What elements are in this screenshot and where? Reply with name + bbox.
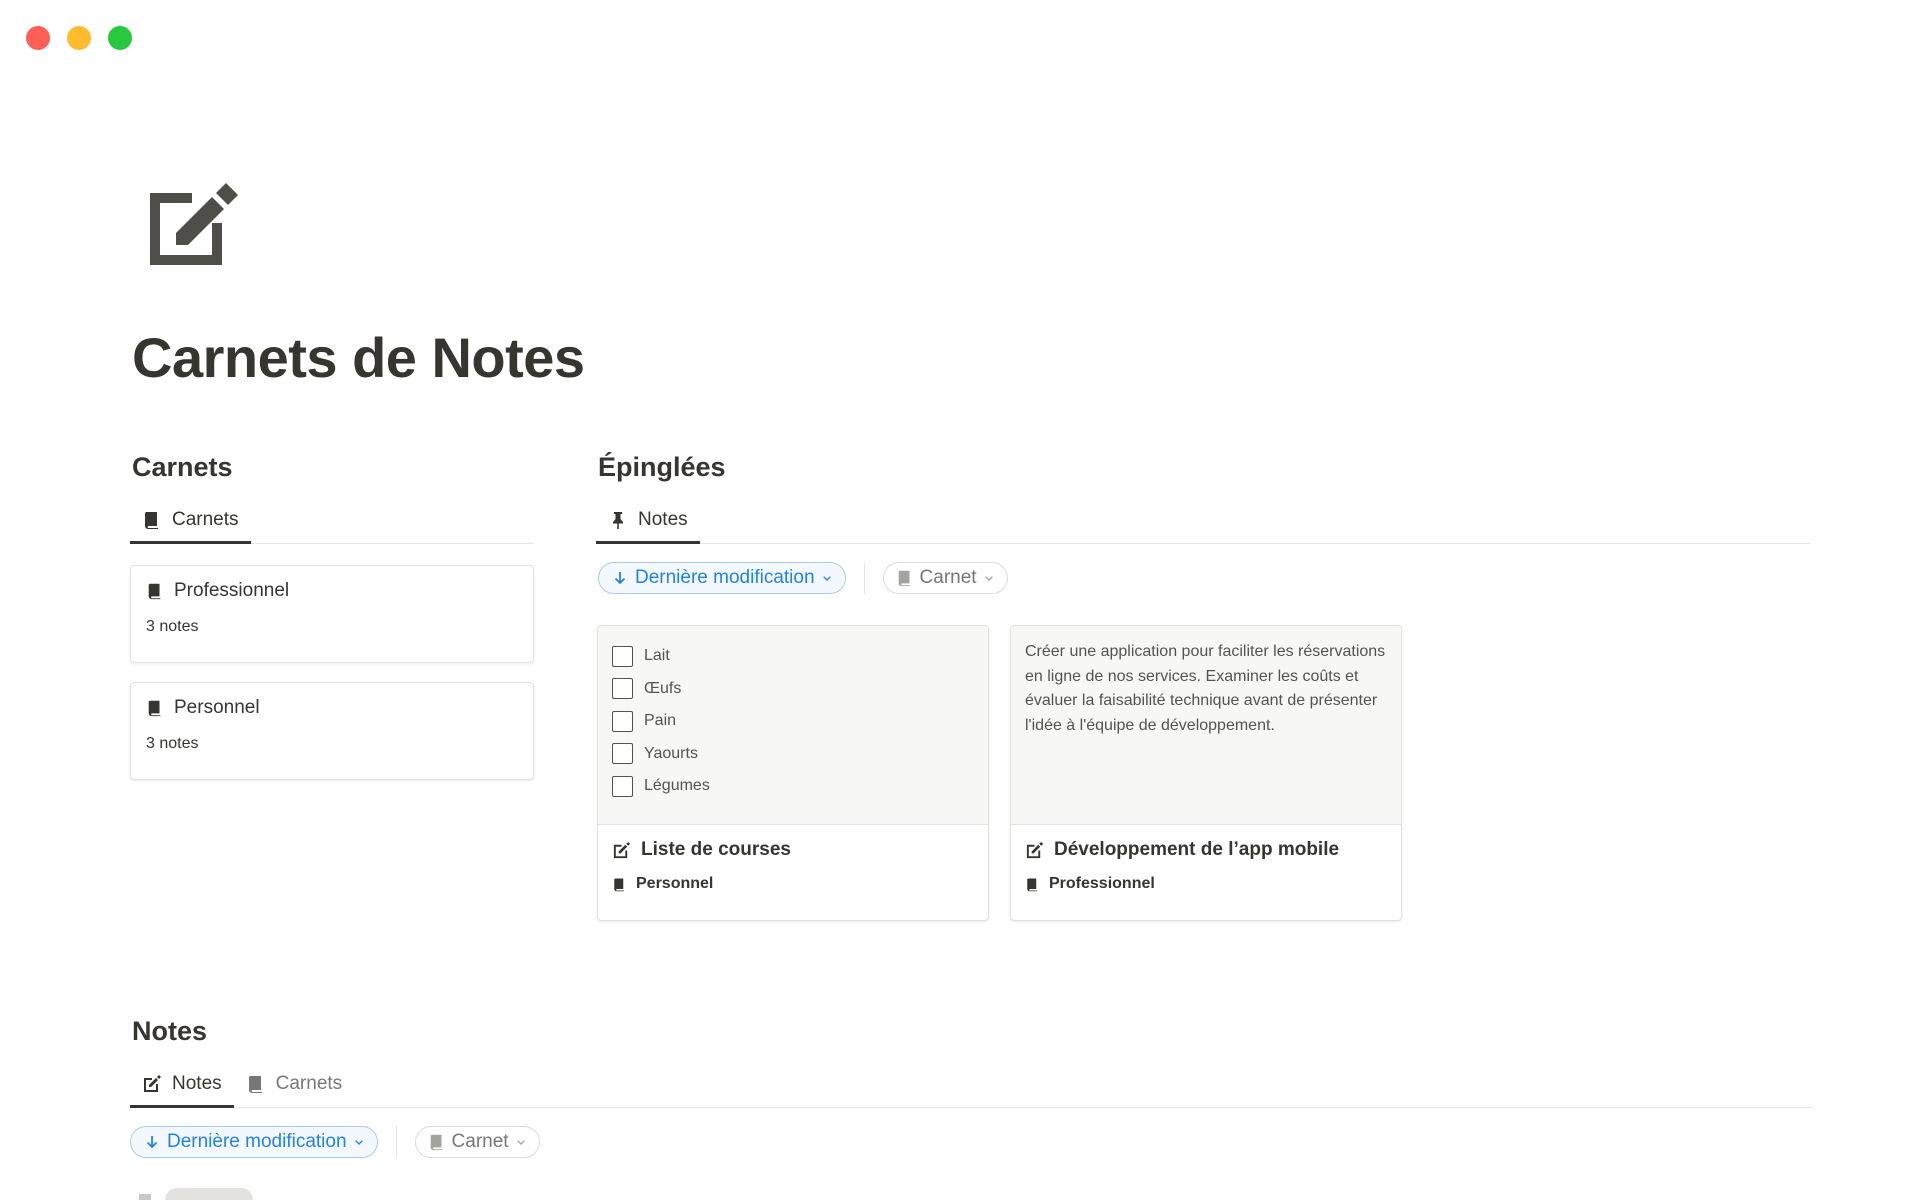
note-notebook: Professionnel (1049, 875, 1155, 892)
filter-divider (395, 1126, 397, 1158)
notebook-icon (1027, 878, 1037, 891)
edit-note-icon (613, 841, 631, 858)
notebook-filter-button[interactable]: Carnet (414, 1126, 540, 1158)
maximize-window-button[interactable] (108, 26, 132, 50)
notes-filter-row: Dernière modification Carnet (130, 1126, 540, 1158)
notebook-filter-label: Carnet (451, 1131, 509, 1152)
notebook-icon (898, 570, 910, 587)
notebook-icon (148, 583, 161, 600)
close-window-button[interactable] (26, 26, 50, 50)
list-item-tag (165, 1188, 253, 1200)
chevron-down-icon (354, 1140, 363, 1145)
checkbox[interactable] (612, 678, 633, 700)
carnets-heading: Carnets (132, 452, 233, 482)
checklist-item-label: Lait (644, 647, 670, 665)
checkbox[interactable] (612, 775, 633, 797)
notebook-name: Personnel (174, 697, 260, 718)
notes-heading: Notes (132, 1016, 208, 1046)
notebook-icon (248, 1076, 262, 1093)
checklist-item-label: Légumes (644, 777, 710, 795)
arrow-down-icon (614, 572, 626, 585)
notebook-note-count: 3 notes (146, 618, 199, 635)
carnets-tabbar: Carnets (130, 494, 534, 544)
notebook-note-count: 3 notes (146, 735, 199, 752)
notebook-icon (148, 700, 161, 717)
pinned-tabbar: Notes (596, 494, 1810, 544)
edit-note-icon (1026, 841, 1044, 858)
tab-pinned-notes-label: Notes (638, 509, 688, 530)
checklist-item: Lait (612, 640, 974, 673)
tab-carnets[interactable]: Carnets (234, 1073, 355, 1107)
tab-carnets-label: Carnets (275, 1073, 343, 1094)
checklist-item-label: Œufs (644, 679, 682, 697)
arrow-down-icon (146, 1136, 158, 1149)
checkbox[interactable] (612, 710, 633, 732)
notebook-filter-label: Carnet (919, 567, 977, 588)
edit-note-icon (144, 1075, 161, 1092)
notebook-card[interactable]: Professionnel 3 notes (130, 565, 534, 663)
checklist-item-label: Pain (644, 712, 677, 730)
note-title: Liste de courses (641, 839, 791, 860)
page-title: Carnets de Notes (132, 326, 585, 389)
notebook-icon (145, 512, 158, 529)
list-item-handle (139, 1194, 151, 1200)
sort-label: Dernière modification (167, 1131, 347, 1152)
checklist-item: Yaourts (612, 738, 974, 771)
edit-note-icon[interactable] (140, 175, 240, 275)
note-title: Développement de l’app mobile (1054, 839, 1340, 860)
notes-list-preview (139, 1188, 253, 1200)
tab-pinned-notes[interactable]: Notes (596, 509, 700, 544)
chevron-down-icon (822, 576, 831, 581)
note-preview-text: Créer une application pour faciliter les… (1025, 643, 1386, 734)
notebook-card[interactable]: Personnel 3 notes (130, 682, 534, 780)
filter-divider (863, 562, 865, 594)
checklist-item-label: Yaourts (644, 744, 698, 762)
notebook-filter-button[interactable]: Carnet (882, 562, 1008, 594)
checklist-item: Œufs (612, 673, 974, 706)
sort-button[interactable]: Dernière modification (598, 562, 846, 594)
pinned-heading: Épinglées (598, 452, 726, 482)
notebook-name: Professionnel (174, 580, 290, 601)
tab-carnets[interactable]: Carnets (130, 509, 251, 544)
notebook-icon (614, 878, 624, 891)
notebook-icon (430, 1134, 442, 1151)
checklist-item: Légumes (612, 770, 974, 803)
window-controls (26, 26, 132, 50)
note-notebook: Personnel (636, 875, 714, 892)
chevron-down-icon (516, 1140, 525, 1145)
tab-carnets-label: Carnets (172, 509, 239, 530)
pinned-note-card[interactable]: Lait Œufs Pain Yaourts Légumes Liste de … (597, 625, 989, 921)
note-preview: Créer une application pour faciliter les… (1011, 626, 1401, 825)
note-preview: Lait Œufs Pain Yaourts Légumes (598, 626, 988, 825)
minimize-window-button[interactable] (67, 26, 91, 50)
pinned-note-card[interactable]: Créer une application pour faciliter les… (1010, 625, 1402, 921)
tab-notes[interactable]: Notes (130, 1073, 234, 1108)
checkbox[interactable] (612, 645, 633, 667)
sort-label: Dernière modification (635, 567, 815, 588)
notes-tabbar: Notes Carnets (130, 1058, 1812, 1108)
checklist-item: Pain (612, 705, 974, 738)
checkbox[interactable] (612, 743, 633, 765)
pinned-filter-row: Dernière modification Carnet (598, 562, 1008, 594)
sort-button[interactable]: Dernière modification (130, 1126, 378, 1158)
chevron-down-icon (984, 576, 993, 581)
tab-notes-label: Notes (172, 1073, 222, 1094)
pin-icon (613, 512, 623, 529)
